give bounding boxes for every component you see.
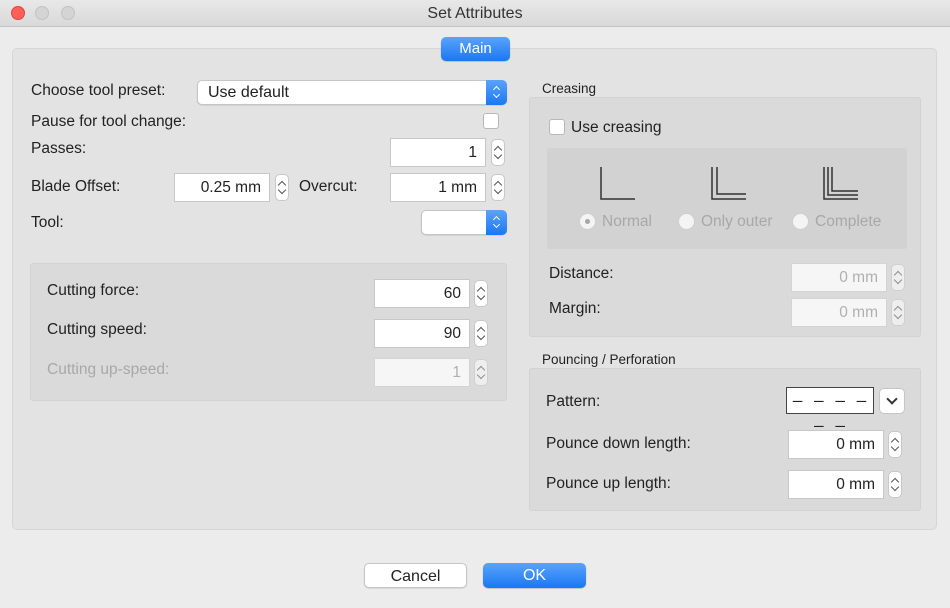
ok-button[interactable]: OK xyxy=(483,563,586,588)
blade-offset-field[interactable]: 0.25 mm xyxy=(174,173,270,202)
margin-label: Margin: xyxy=(549,300,601,317)
blade-offset-stepper[interactable] xyxy=(275,174,289,201)
tool-popup[interactable] xyxy=(421,210,507,235)
cutting-upspeed-field[interactable]: 1 xyxy=(374,358,470,387)
passes-label: Passes: xyxy=(31,140,87,157)
pattern-preview[interactable]: – – – – – – xyxy=(786,387,874,435)
overcut-field[interactable]: 1 mm xyxy=(390,173,486,202)
tool-preset-label: Choose tool preset: xyxy=(31,82,166,99)
use-creasing-label: Use creasing xyxy=(571,119,662,136)
passes-field[interactable]: 1 xyxy=(390,138,486,167)
use-creasing-checkbox[interactable] xyxy=(549,119,565,135)
crease-normal-label: Normal xyxy=(602,213,652,230)
cutting-force-stepper[interactable] xyxy=(474,280,488,307)
pounce-up-label: Pounce up length: xyxy=(546,475,671,492)
tab-main[interactable]: Main xyxy=(441,37,510,61)
cutting-speed-field[interactable]: 90 xyxy=(374,319,470,348)
distance-stepper[interactable] xyxy=(891,264,905,291)
crease-outer-label: Only outer xyxy=(701,213,773,230)
margin-stepper[interactable] xyxy=(891,299,905,326)
pause-tool-change-checkbox[interactable] xyxy=(483,113,499,129)
passes-stepper[interactable] xyxy=(491,139,505,166)
cutting-speed-label: Cutting speed: xyxy=(47,321,147,338)
crease-complete-label: Complete xyxy=(815,213,882,230)
crease-normal-radio[interactable] xyxy=(579,213,596,230)
distance-label: Distance: xyxy=(549,265,614,282)
cutting-speed-stepper[interactable] xyxy=(474,320,488,347)
pause-tool-change-label: Pause for tool change: xyxy=(31,113,187,130)
pounce-down-stepper[interactable] xyxy=(888,431,902,458)
pounce-up-stepper[interactable] xyxy=(888,471,902,498)
chevron-updown-icon xyxy=(486,80,507,105)
tool-preset-value: Use default xyxy=(208,84,289,101)
pounce-down-field[interactable]: 0 mm xyxy=(788,430,884,459)
cutting-force-field[interactable]: 60 xyxy=(374,279,470,308)
pounce-up-field[interactable]: 0 mm xyxy=(788,470,884,499)
pouncing-section-title: Pouncing / Perforation xyxy=(542,352,676,367)
cancel-button[interactable]: Cancel xyxy=(364,563,467,588)
overcut-label: Overcut: xyxy=(299,178,358,195)
crease-outer-icon xyxy=(711,167,746,200)
tool-preset-popup[interactable]: Use default xyxy=(197,80,507,105)
pattern-dropdown-button[interactable] xyxy=(879,388,905,414)
tool-label: Tool: xyxy=(31,214,64,231)
cutting-force-label: Cutting force: xyxy=(47,282,140,299)
crease-complete-icon xyxy=(823,167,858,200)
chevron-updown-icon xyxy=(486,210,507,235)
blade-offset-label: Blade Offset: xyxy=(31,178,121,195)
crease-outer-radio[interactable] xyxy=(678,213,695,230)
margin-field[interactable]: 0 mm xyxy=(791,298,887,327)
distance-field[interactable]: 0 mm xyxy=(791,263,887,292)
pounce-down-label: Pounce down length: xyxy=(546,435,691,452)
crease-normal-icon xyxy=(600,167,635,200)
pattern-label: Pattern: xyxy=(546,393,601,410)
creasing-section-title: Creasing xyxy=(542,81,597,96)
title-bar: Set Attributes xyxy=(0,0,950,27)
window-title: Set Attributes xyxy=(427,5,523,22)
cutting-upspeed-label: Cutting up-speed: xyxy=(47,361,170,378)
set-attributes-window: Set Attributes Main Choose tool preset: … xyxy=(0,0,950,608)
overcut-stepper[interactable] xyxy=(491,174,505,201)
crease-complete-radio[interactable] xyxy=(792,213,809,230)
cutting-upspeed-stepper[interactable] xyxy=(474,359,488,386)
